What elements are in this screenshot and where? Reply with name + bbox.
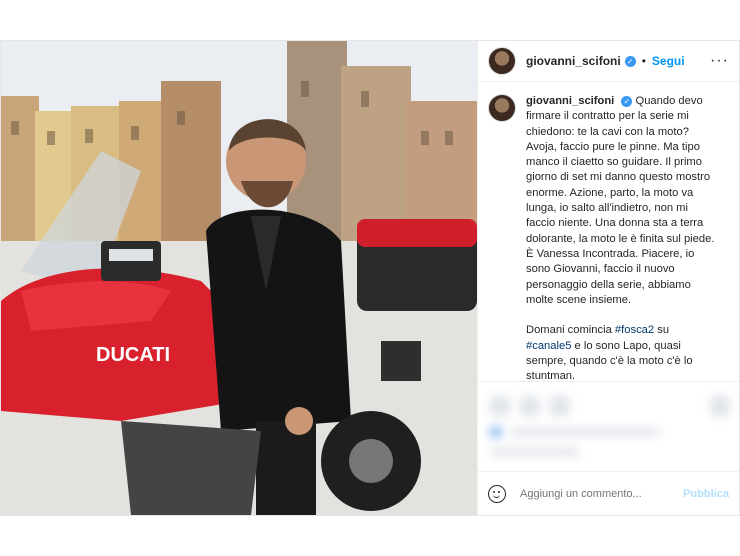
caption-username[interactable]: giovanni_scifoni (526, 95, 614, 107)
separator-dot: • (641, 54, 646, 68)
caption-line: Domani comincia (526, 324, 612, 337)
hashtag-link[interactable]: #canale5 (526, 340, 571, 352)
instagram-post: DUCATI giovanni_scifoni ✓ • Segui ··· gi… (0, 40, 740, 516)
bike-brand-text: DUCATI (96, 344, 170, 366)
username[interactable]: giovanni_scifoni (526, 54, 621, 68)
publish-button[interactable]: Pubblica (683, 488, 729, 500)
caption-body: Quando devo firmare il contratto per la … (526, 95, 715, 306)
follow-button[interactable]: Segui (652, 54, 685, 68)
caption-text: giovanni_scifoni ✓ Quando devo firmare i… (526, 94, 716, 385)
post-photo[interactable]: DUCATI (1, 41, 477, 515)
comment-input[interactable] (518, 486, 684, 501)
post-caption: giovanni_scifoni ✓ Quando devo firmare i… (478, 82, 739, 385)
hashtag-link[interactable]: #fosca2 (615, 324, 654, 336)
caption-word: su (657, 324, 670, 337)
caption-avatar[interactable] (488, 94, 516, 122)
avatar[interactable] (488, 47, 516, 75)
emoji-icon[interactable] (488, 484, 506, 503)
post-side-panel: giovanni_scifoni ✓ • Segui ··· giovanni_… (477, 41, 739, 515)
caption-verified-icon: ✓ (621, 95, 633, 107)
blurred-actions-area (478, 381, 739, 470)
photo-illustration: DUCATI (1, 41, 477, 515)
post-header: giovanni_scifoni ✓ • Segui ··· (478, 41, 739, 82)
comment-bar: Pubblica (478, 471, 739, 515)
verified-badge-icon: ✓ (624, 55, 636, 67)
more-options-icon[interactable]: ··· (710, 52, 729, 70)
